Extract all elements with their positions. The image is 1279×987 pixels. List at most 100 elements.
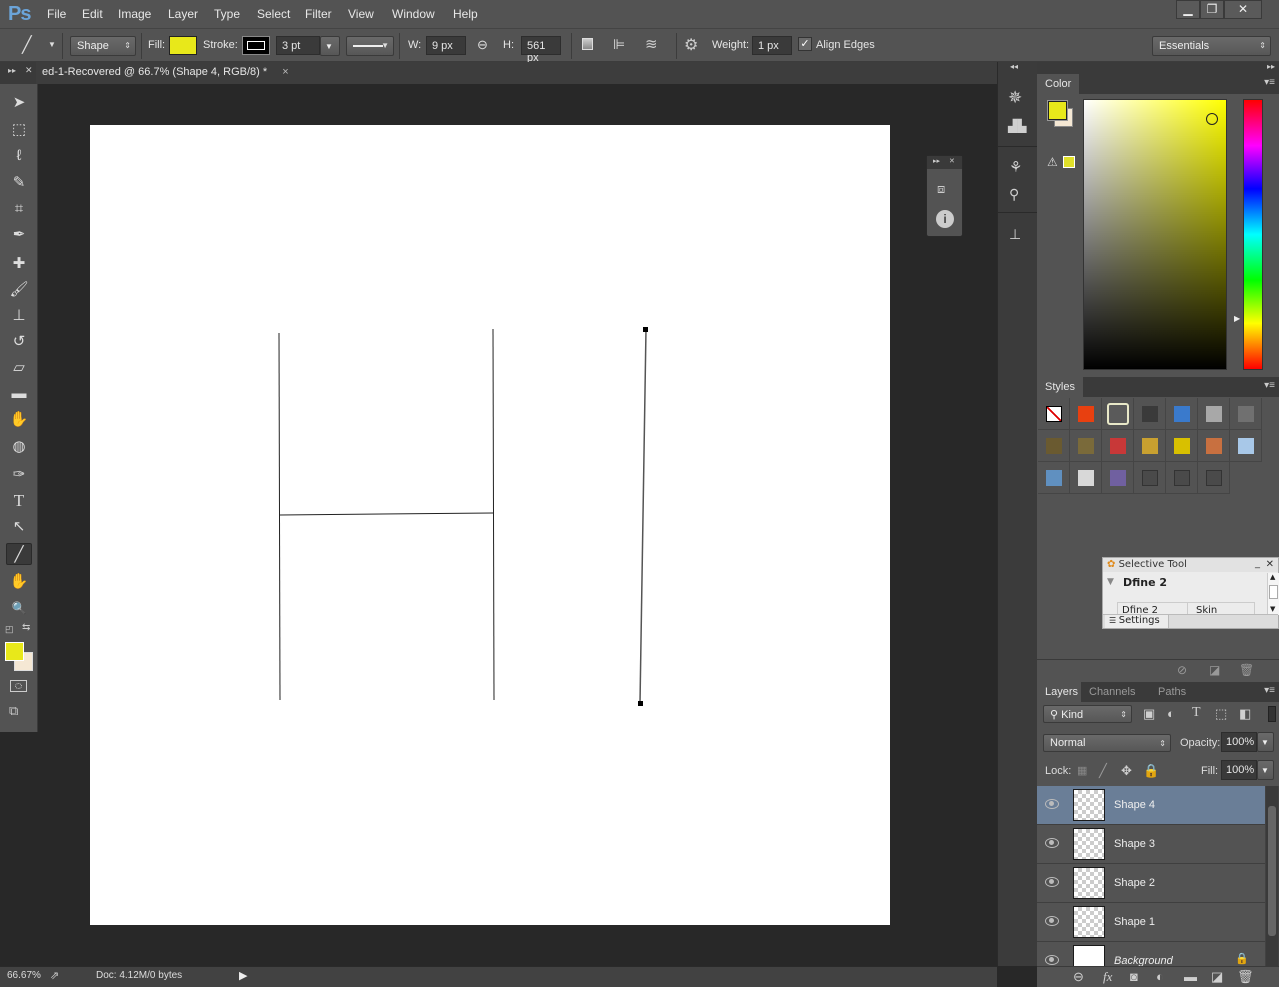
brush-tool[interactable]: 🖌 <box>6 279 32 301</box>
3d-panel-icon[interactable]: ⧈ <box>937 181 945 197</box>
history-brush-tool[interactable]: ↺ <box>6 331 32 353</box>
style-swatch[interactable] <box>1102 398 1134 430</box>
style-swatch[interactable] <box>1198 398 1230 430</box>
lock-pixels-icon[interactable]: ╱ <box>1099 763 1107 779</box>
close-window-button[interactable]: ✕ <box>1224 0 1262 19</box>
color-panel-fg-swatch[interactable] <box>1047 100 1068 121</box>
sponge-tool[interactable]: ◍ <box>6 436 32 458</box>
shape-1-line[interactable] <box>278 332 281 701</box>
document-canvas[interactable] <box>90 125 890 925</box>
hand-tool[interactable]: ✋ <box>6 571 32 593</box>
screen-mode-icon[interactable]: ⧉ <box>9 703 18 719</box>
menu-edit[interactable]: Edit <box>82 7 103 21</box>
lock-transparency-icon[interactable]: ▦ <box>1077 764 1087 777</box>
path-alignment-icon[interactable]: ⊫ <box>613 36 625 53</box>
restore-button[interactable]: ❐ <box>1200 0 1224 19</box>
type-tool[interactable]: T <box>6 490 32 512</box>
move-tool[interactable]: ➤ <box>6 92 32 114</box>
opacity-field[interactable]: 100% <box>1221 732 1257 752</box>
style-swatch[interactable] <box>1038 462 1070 494</box>
height-field[interactable]: 561 px <box>521 36 561 64</box>
tab-paths[interactable]: Paths <box>1150 682 1195 702</box>
collapse-icon[interactable]: ◂◂ <box>1010 62 1018 71</box>
menu-image[interactable]: Image <box>118 7 151 21</box>
expand-icon[interactable]: ▸▸ <box>8 66 16 75</box>
filter-shape-icon[interactable]: ⬚ <box>1215 706 1227 722</box>
status-menu-arrow-icon[interactable]: ▶ <box>239 969 247 982</box>
style-swatch[interactable] <box>1166 398 1198 430</box>
panel-menu-icon[interactable]: ▾≡ <box>1264 685 1275 696</box>
filter-toggle[interactable] <box>1268 706 1276 722</box>
delete-style-icon[interactable]: 🗑 <box>1239 663 1254 677</box>
layer-row[interactable]: Shape 3 <box>1037 825 1265 864</box>
lasso-tool[interactable]: ℓ <box>6 145 32 167</box>
settings-button[interactable]: ☰ Settings <box>1105 615 1169 628</box>
close-tab-icon[interactable]: × <box>282 66 288 78</box>
style-swatch[interactable] <box>1038 398 1070 430</box>
new-group-icon[interactable]: ▬ <box>1184 969 1197 984</box>
path-operations-icon[interactable] <box>582 38 593 50</box>
foreground-color-swatch[interactable] <box>5 642 24 661</box>
stroke-width-field[interactable]: 3 pt <box>276 36 320 55</box>
color-field[interactable] <box>1083 99 1227 370</box>
scroll-up-icon[interactable]: ▲ <box>1270 573 1275 581</box>
panel-menu-icon[interactable]: ▾≡ <box>1264 77 1275 88</box>
shape-2-line[interactable] <box>492 328 495 701</box>
delete-layer-icon[interactable]: 🗑 <box>1237 969 1254 985</box>
fx-icon[interactable]: fx <box>1103 969 1112 985</box>
expand-icon[interactable]: ▸▸ <box>1267 62 1275 71</box>
navigator-icon[interactable]: ✵ <box>1008 88 1022 108</box>
visibility-eye-icon[interactable] <box>1045 799 1059 809</box>
visibility-eye-icon[interactable] <box>1045 838 1059 848</box>
anchor-point-bottom[interactable] <box>638 701 643 706</box>
menu-file[interactable]: File <box>47 7 66 21</box>
brush-presets-icon[interactable]: ⚘ <box>1009 158 1022 176</box>
path-arrangement-icon[interactable]: ≋ <box>645 35 658 53</box>
style-swatch[interactable] <box>1102 462 1134 494</box>
hue-slider[interactable] <box>1243 99 1263 370</box>
style-swatch[interactable] <box>1166 462 1198 494</box>
shape-3-line[interactable] <box>279 512 494 516</box>
panel-menu-icon[interactable]: ▾≡ <box>1264 380 1275 391</box>
new-layer-icon[interactable]: ◪ <box>1211 969 1223 985</box>
style-swatch[interactable] <box>1134 462 1166 494</box>
tab-channels[interactable]: Channels <box>1081 682 1144 702</box>
close-icon[interactable]: ✕ <box>25 65 33 76</box>
scrollbar-thumb[interactable] <box>1269 585 1278 599</box>
blend-mode-select[interactable]: Normal ⇕ <box>1043 734 1171 752</box>
gamut-swatch[interactable] <box>1063 156 1075 168</box>
style-swatch[interactable] <box>1102 430 1134 462</box>
brush-panel-icon[interactable]: ⚲ <box>1009 186 1019 203</box>
healing-brush-tool[interactable]: ✚ <box>6 253 32 275</box>
opacity-dropdown[interactable]: ▼ <box>1257 732 1274 752</box>
add-mask-icon[interactable]: ◙ <box>1130 969 1138 984</box>
tab-layers[interactable]: Layers <box>1037 682 1087 702</box>
menu-help[interactable]: Help <box>453 7 478 21</box>
eyedropper-tool[interactable]: ✒ <box>6 224 32 246</box>
lock-all-icon[interactable]: 🔒 <box>1143 763 1159 779</box>
menu-window[interactable]: Window <box>392 7 435 21</box>
layer-row[interactable]: Shape 4 <box>1037 786 1265 825</box>
collapse-triangle-icon[interactable]: ▼ <box>1107 577 1114 587</box>
gradient-tool[interactable]: ▬ <box>6 383 32 405</box>
style-swatch[interactable] <box>1038 430 1070 462</box>
menu-layer[interactable]: Layer <box>168 7 198 21</box>
filter-adjustment-icon[interactable]: ◐ <box>1167 706 1175 721</box>
style-swatch[interactable] <box>1230 398 1262 430</box>
style-swatch[interactable] <box>1198 462 1230 494</box>
width-field[interactable]: 9 px <box>426 36 466 55</box>
swap-colors-icon[interactable]: ⇆ <box>22 622 30 633</box>
quick-mask-icon[interactable] <box>10 680 27 692</box>
line-tool-preset-icon[interactable]: ╱ <box>22 35 32 55</box>
visibility-eye-icon[interactable] <box>1045 955 1059 965</box>
info-icon[interactable]: i <box>936 210 954 228</box>
selective-tool-scrollbar[interactable]: ▲ ▼ <box>1267 573 1279 615</box>
adjustment-layer-icon[interactable]: ◐ <box>1156 969 1164 984</box>
layers-scrollbar[interactable] <box>1266 786 1278 966</box>
style-swatch[interactable] <box>1134 398 1166 430</box>
link-layers-icon[interactable]: ⊖ <box>1073 969 1084 985</box>
stroke-type-select[interactable]: ▼ <box>346 36 394 56</box>
anchor-point-top[interactable] <box>643 327 648 332</box>
stroke-width-dropdown[interactable]: ▼ <box>320 36 340 56</box>
menu-type[interactable]: Type <box>214 7 240 21</box>
